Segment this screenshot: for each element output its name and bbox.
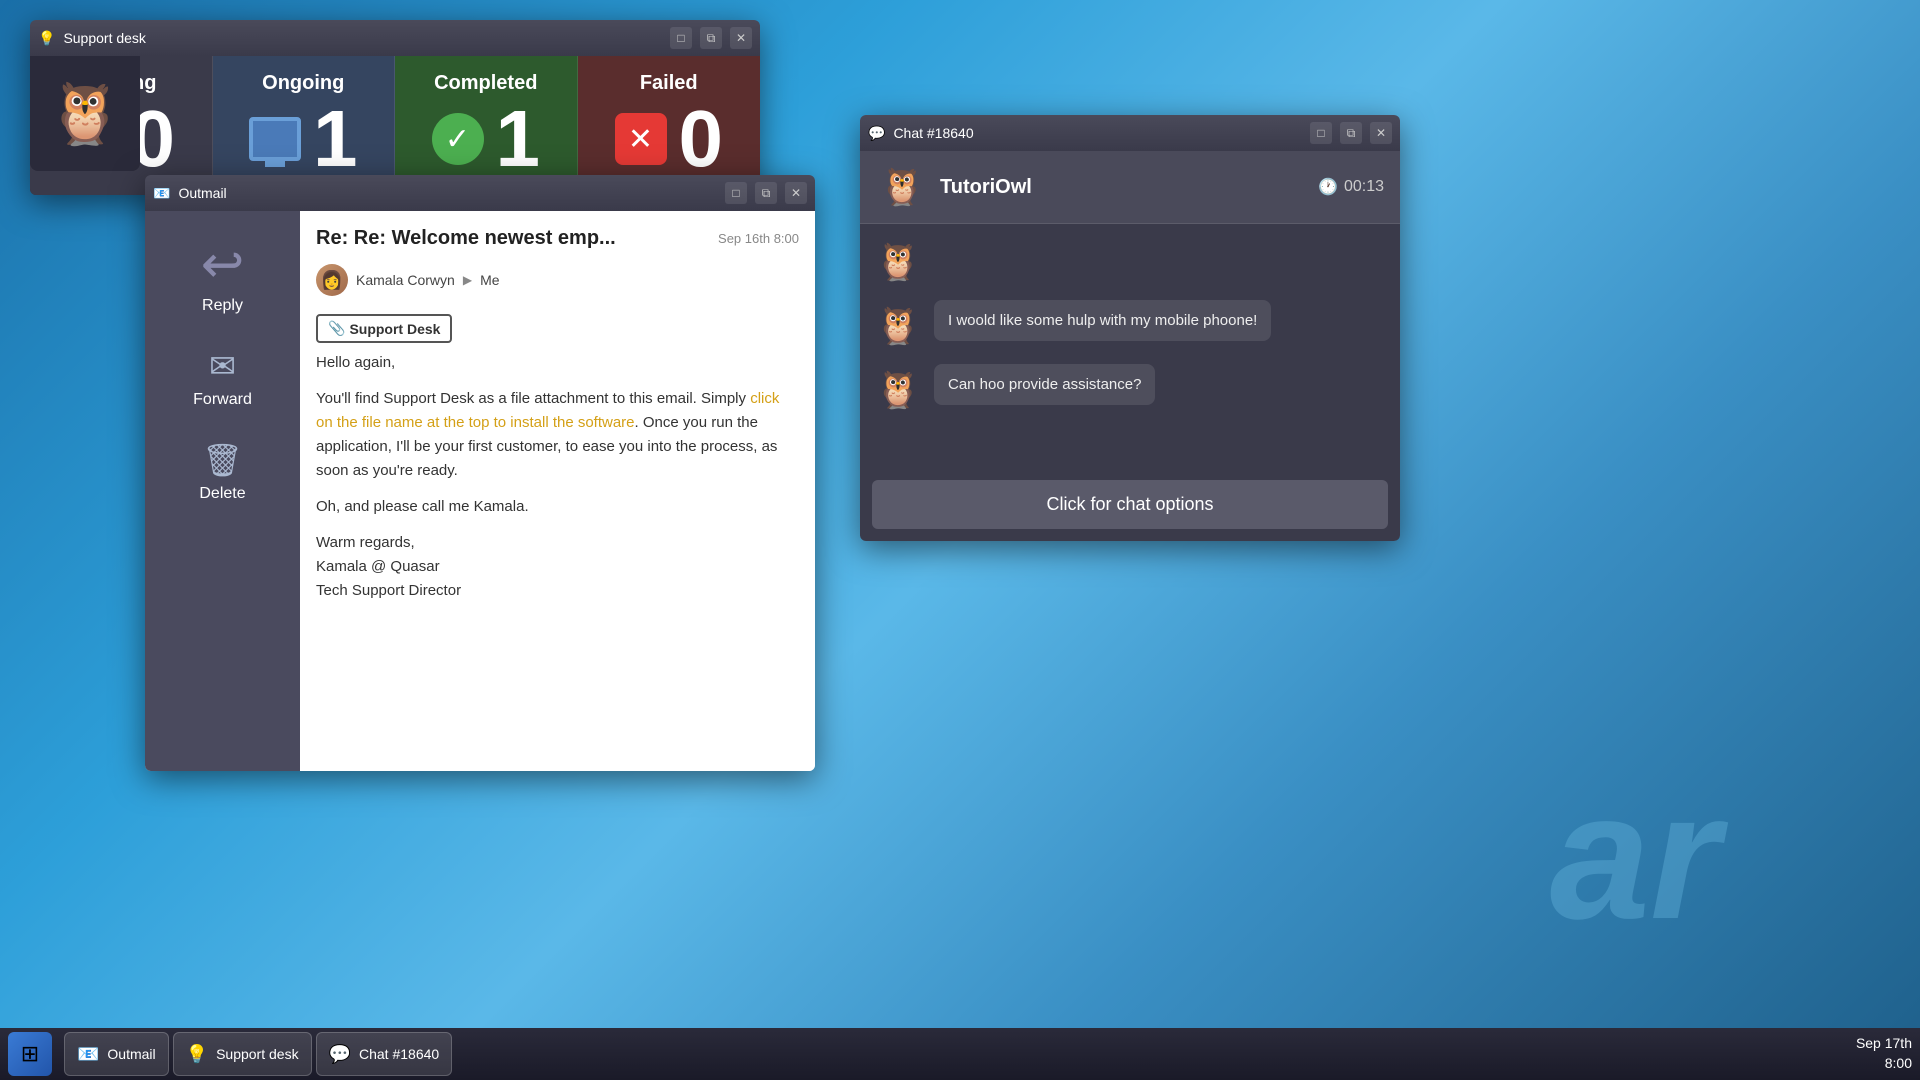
chat-bubble-2: Can hoo provide assistance? (934, 364, 1155, 405)
outmail-window: 📧 Outmail □ ⧉ ✕ ↩ Reply ✉ Forward 🗑 Dele… (145, 175, 815, 771)
email-content: Re: Re: Welcome newest emp... Sep 16th 8… (300, 211, 815, 771)
taskbar-date: Sep 17th (1856, 1034, 1912, 1054)
outmail-sidebar: ↩ Reply ✉ Forward 🗑 Delete (145, 211, 300, 771)
stat-completed-row: ✓ 1 (432, 99, 541, 179)
chat-header-user: 🦉 TutoriOwl 🕐 00:13 (860, 151, 1400, 224)
stat-completed-label: Completed (434, 72, 537, 95)
taskbar-start-button[interactable]: ⊞ (8, 1032, 52, 1076)
taskbar-chat-icon: 💬 (329, 1044, 351, 1065)
stat-ongoing-row: 1 (249, 99, 358, 179)
chat-title-icon: 💬 (868, 125, 885, 142)
outmail-title-icon: 📧 (153, 185, 170, 202)
timer-icon: 🕐 (1318, 177, 1338, 197)
sender-avatar-img: 👩 (316, 264, 348, 296)
stat-failed-label: Failed (640, 72, 698, 95)
chat-titlebar[interactable]: 💬 Chat #18640 □ ⧉ ✕ (860, 115, 1400, 151)
taskbar-chat[interactable]: 💬 Chat #18640 (316, 1032, 453, 1076)
chat-message-2: 🦉 Can hoo provide assistance? (872, 364, 1388, 416)
forward-button[interactable]: ✉ Forward (158, 335, 288, 421)
taskbar-start-icon: ⊞ (21, 1041, 39, 1067)
support-desk-title-icon: 💡 (38, 30, 55, 47)
stat-completed-count: 1 (496, 99, 541, 179)
chat-timer: 🕐 00:13 (1318, 177, 1384, 197)
owl-logo-icon: 🦉 (48, 78, 123, 149)
desktop-watermark: ar (1550, 753, 1720, 960)
taskbar-support[interactable]: 💡 Support desk (173, 1032, 312, 1076)
tutoriowl-avatar-msg2: 🦉 (872, 364, 924, 416)
stat-ongoing-label: Ongoing (262, 72, 344, 95)
stat-failed-count: 0 (679, 99, 724, 179)
timer-value: 00:13 (1344, 178, 1384, 196)
taskbar-outmail-label: Outmail (107, 1046, 155, 1062)
taskbar-outmail[interactable]: 📧 Outmail (64, 1032, 169, 1076)
stat-failed-row: ✕ 0 (615, 99, 724, 179)
email-to: Me (480, 272, 499, 288)
tutoriowl-avatar-msg1: 🦉 (872, 300, 924, 352)
reply-icon: ↩ (201, 239, 245, 291)
support-desk-close-button[interactable]: ✕ (730, 27, 752, 49)
chat-messages: 🦉 🦉 I woold like some hulp with my mobil… (860, 224, 1400, 480)
email-closing: Warm regards,Kamala @ QuasarTech Support… (316, 531, 799, 603)
forward-icon: ✉ (209, 347, 236, 385)
outmail-body: ↩ Reply ✉ Forward 🗑 Delete Re: Re: Welco… (145, 211, 815, 771)
outmail-titlebar[interactable]: 📧 Outmail □ ⧉ ✕ (145, 175, 815, 211)
check-icon: ✓ (432, 113, 484, 165)
outmail-title: Outmail (178, 185, 717, 201)
tutoriowl-avatar-header: 🦉 (876, 161, 928, 213)
from-to-arrow: ▶ (463, 273, 472, 287)
attachment-icon: 📎 (328, 320, 345, 337)
owl-logo-panel: 🦉 (30, 56, 140, 171)
email-paragraph1: You'll find Support Desk as a file attac… (316, 387, 799, 483)
taskbar-chat-label: Chat #18640 (359, 1046, 439, 1062)
email-p1-start: You'll find Support Desk as a file attac… (316, 390, 750, 407)
chat-close-button[interactable]: ✕ (1370, 122, 1392, 144)
tutoriowl-avatar-top: 🦉 (872, 236, 924, 288)
email-greeting: Hello again, (316, 351, 799, 375)
support-desk-title: Support desk (63, 30, 662, 46)
taskbar: ⊞ 📧 Outmail 💡 Support desk 💬 Chat #18640… (0, 1028, 1920, 1080)
support-desk-minimize-button[interactable]: □ (670, 27, 692, 49)
delete-label: Delete (199, 485, 245, 503)
reply-label: Reply (202, 297, 243, 315)
chat-body: 🦉 TutoriOwl 🕐 00:13 🦉 🦉 I woold like som… (860, 151, 1400, 541)
chat-options-button[interactable]: Click for chat options (872, 480, 1388, 529)
chat-username: TutoriOwl (940, 176, 1306, 199)
outmail-maximize-button[interactable]: ⧉ (755, 182, 777, 204)
delete-button[interactable]: 🗑 Delete (158, 429, 288, 515)
outmail-close-button[interactable]: ✕ (785, 182, 807, 204)
email-date: Sep 16th 8:00 (718, 231, 799, 246)
taskbar-time: 8:00 (1856, 1054, 1912, 1074)
chat-maximize-button[interactable]: ⧉ (1340, 122, 1362, 144)
x-icon: ✕ (615, 113, 667, 165)
chat-title: Chat #18640 (893, 125, 1302, 141)
email-paragraph2: Oh, and please call me Kamala. (316, 495, 799, 519)
chat-window: 💬 Chat #18640 □ ⧉ ✕ 🦉 TutoriOwl 🕐 00:13 … (860, 115, 1400, 541)
outmail-minimize-button[interactable]: □ (725, 182, 747, 204)
delete-icon: 🗑 (202, 441, 243, 479)
forward-label: Forward (193, 391, 252, 409)
support-desk-maximize-button[interactable]: ⧉ (700, 27, 722, 49)
sender-avatar: 👩 (316, 264, 348, 296)
stat-ongoing-count: 1 (313, 99, 358, 179)
support-desk-titlebar[interactable]: 💡 Support desk □ ⧉ ✕ (30, 20, 760, 56)
monitor-icon (249, 117, 301, 161)
email-from: Kamala Corwyn (356, 272, 455, 288)
attachment-name: Support Desk (349, 321, 440, 337)
attachment-badge[interactable]: 📎 Support Desk (316, 314, 452, 343)
chat-minimize-button[interactable]: □ (1310, 122, 1332, 144)
taskbar-support-label: Support desk (216, 1046, 299, 1062)
taskbar-outmail-icon: 📧 (77, 1044, 99, 1065)
chat-owl-decorative: 🦉 (872, 236, 1388, 288)
email-body: Hello again, You'll find Support Desk as… (316, 351, 799, 603)
taskbar-support-icon: 💡 (186, 1044, 208, 1065)
email-subject: Re: Re: Welcome newest emp... (316, 227, 616, 250)
taskbar-clock: Sep 17th 8:00 (1856, 1034, 1912, 1073)
reply-button[interactable]: ↩ Reply (158, 227, 288, 327)
email-from-row: 👩 Kamala Corwyn ▶ Me (316, 264, 799, 296)
chat-message-1: 🦉 I woold like some hulp with my mobile … (872, 300, 1388, 352)
chat-bubble-1: I woold like some hulp with my mobile ph… (934, 300, 1271, 341)
